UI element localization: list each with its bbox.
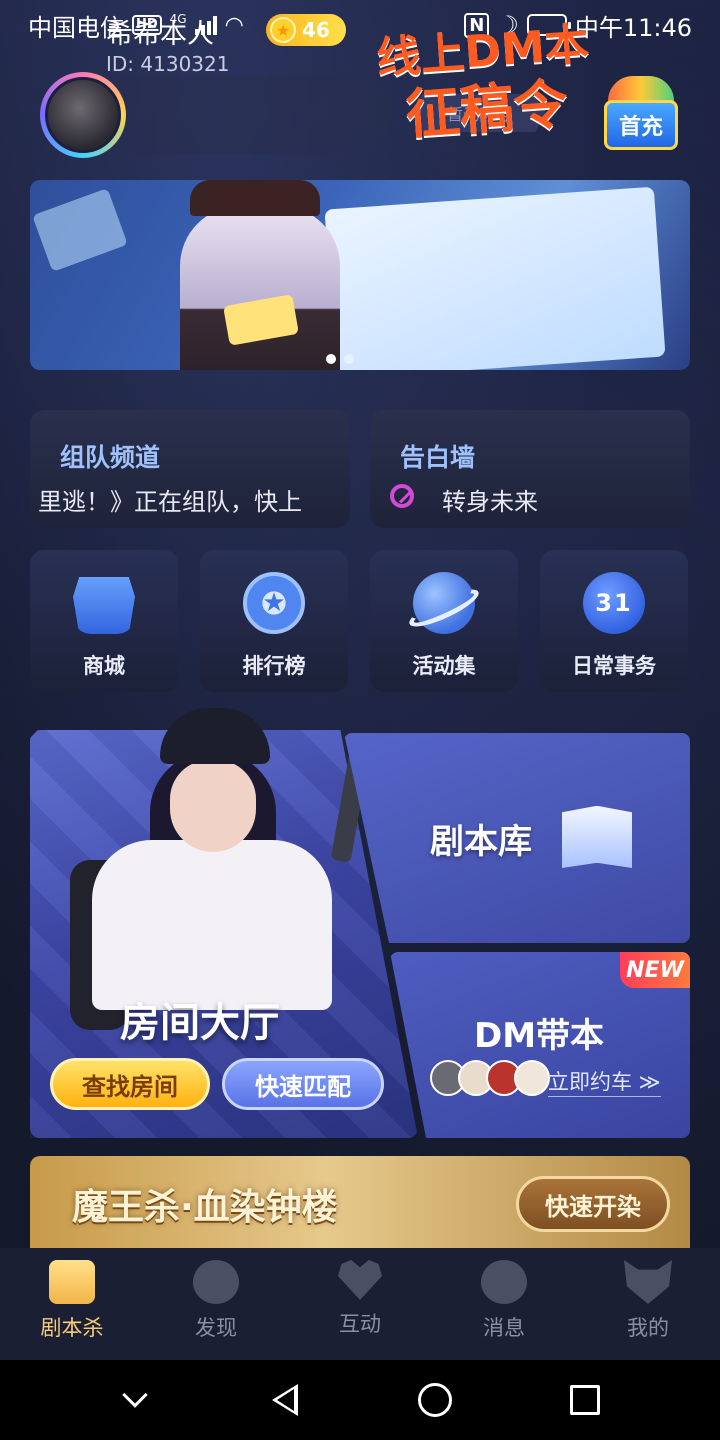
team-channel-title: 组队频道 (60, 443, 161, 472)
tab-label: 我的 (627, 1316, 669, 1340)
quick-start-button[interactable]: 快速开染 (516, 1176, 670, 1232)
team-channel-ticker: 里逃！》正在组队，快上 (38, 488, 302, 516)
grid-label-ranking: 排行榜 (242, 654, 306, 678)
tab-label: 发现 (195, 1316, 237, 1340)
bottom-tab-bar: 剧本杀 发现 互动 消息 我的 (0, 1248, 720, 1360)
username: 希希本人 (106, 19, 214, 50)
tab-messages[interactable]: 消息 (432, 1248, 576, 1360)
confession-heart-icon (380, 480, 422, 512)
grid-daily-tasks[interactable]: 31 日常事务 (540, 550, 688, 692)
chevron-down-icon (122, 1382, 148, 1408)
promo-banner[interactable] (30, 180, 690, 370)
tab-label: 剧本杀 (40, 1316, 104, 1340)
shop-icon (73, 576, 135, 634)
rank-medal-icon: ★ (243, 572, 305, 634)
calendar-icon: 31 (583, 572, 645, 634)
officer-character-illustration (92, 840, 332, 1010)
tab-label: 互动 (339, 1312, 381, 1336)
system-nav-bar (0, 1360, 720, 1440)
room-hall-title: 房间大厅 (120, 1000, 280, 1046)
grid-activities[interactable]: 活动集 (370, 550, 518, 692)
confession-wall-card[interactable]: 告白墙 转身未来 (370, 410, 690, 528)
nav-home-button[interactable] (405, 1370, 465, 1430)
level-number: 46 (302, 18, 330, 42)
dm-avatar-stack (430, 1060, 550, 1096)
tab-interact[interactable]: 互动 (288, 1248, 432, 1360)
confession-ticker: 转身未来 (442, 488, 538, 516)
banner-dot (326, 354, 336, 364)
back-triangle-icon (272, 1384, 298, 1416)
planet-icon (193, 1260, 239, 1304)
player-avatar (514, 1060, 550, 1096)
banner-paper-decoration (324, 186, 666, 370)
nav-back-button[interactable] (255, 1370, 315, 1430)
tab-me[interactable]: 我的 (576, 1248, 720, 1360)
star-icon: ★ (270, 17, 296, 43)
grid-label-daily-tasks: 日常事务 (572, 654, 656, 678)
avatar-frame[interactable] (40, 72, 126, 158)
banner-character-hat (190, 180, 320, 216)
avatar (45, 77, 121, 153)
recents-square-icon (570, 1385, 600, 1415)
wifi-icon: ◠ (224, 12, 244, 38)
grid-label-shop: 商城 (83, 654, 125, 678)
tab-script-murder[interactable]: 剧本杀 (0, 1248, 144, 1360)
nav-collapse-button[interactable] (105, 1370, 165, 1430)
banner-character-illustration (180, 206, 340, 370)
grid-label-activities: 活动集 (412, 654, 476, 678)
profile-header[interactable] (40, 72, 390, 158)
script-library-title: 剧本库 (430, 822, 532, 862)
new-badge: NEW (620, 952, 690, 988)
user-id: ID: 4130321 (106, 52, 230, 76)
officer-face (170, 760, 256, 852)
home-circle-icon (418, 1383, 452, 1417)
mask-icon (624, 1260, 672, 1304)
quick-match-button[interactable]: 快速匹配 (222, 1058, 384, 1110)
script-book-icon (49, 1260, 95, 1304)
banner-title: 线上DM本 征稿令 (336, 16, 633, 152)
ice-cube-decoration (32, 188, 128, 272)
heart-icon (338, 1260, 382, 1300)
team-channel-card[interactable]: 组队频道 里逃！》正在组队，快上 (30, 410, 350, 528)
banner-pagination (326, 354, 354, 364)
confession-wall-title: 告白墙 (400, 443, 476, 472)
grid-shop[interactable]: 商城 (30, 550, 178, 692)
dm-title: DM带本 (474, 1016, 605, 1056)
grid-ranking[interactable]: ★ 排行榜 (200, 550, 348, 692)
tab-label: 消息 (483, 1316, 525, 1340)
chat-bubble-icon (481, 1260, 527, 1304)
level-badge: ★ 46 (266, 14, 346, 46)
book-now-link[interactable]: 立即约车 ≫ (548, 1066, 661, 1097)
find-room-button[interactable]: 查找房间 (50, 1058, 210, 1110)
game-promo-title: 魔王杀·血染钟楼 (72, 1187, 338, 1228)
nav-recents-button[interactable] (555, 1370, 615, 1430)
banner-dot (344, 354, 354, 364)
book-icon (562, 806, 632, 868)
tab-discover[interactable]: 发现 (144, 1248, 288, 1360)
